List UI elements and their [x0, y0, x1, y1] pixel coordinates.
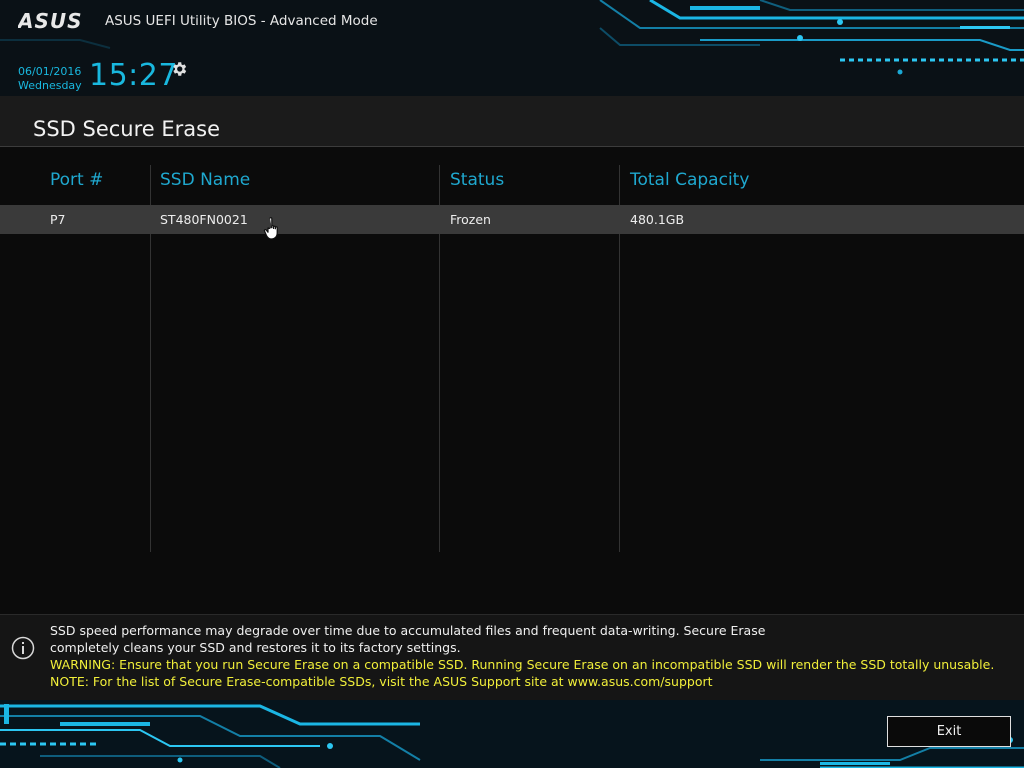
- column-header-status: Status: [450, 170, 505, 190]
- cell-ssd-name: ST480FN0021: [160, 212, 248, 227]
- clock-time: 15:27: [89, 58, 178, 93]
- circuit-decoration: [0, 704, 1024, 768]
- column-header-port: Port #: [50, 170, 104, 190]
- cell-port: P7: [50, 212, 66, 227]
- exit-button[interactable]: Exit: [887, 716, 1011, 747]
- info-icon: [11, 636, 35, 660]
- column-header-capacity: Total Capacity: [630, 170, 750, 190]
- date-block: 06/01/2016 Wednesday: [18, 65, 82, 93]
- warning-text: WARNING: Ensure that you run Secure Eras…: [50, 657, 995, 672]
- note-text: NOTE: For the list of Secure Erase-compa…: [50, 674, 713, 689]
- cell-capacity: 480.1GB: [630, 212, 685, 227]
- svg-text:ASUS: ASUS: [18, 10, 83, 32]
- gear-icon[interactable]: [170, 60, 188, 78]
- column-header-ssd-name: SSD Name: [160, 170, 251, 190]
- cell-status: Frozen: [450, 212, 491, 227]
- asus-logo: ASUS: [18, 10, 83, 32]
- date-text: 06/01/2016: [18, 65, 82, 78]
- app-title: ASUS UEFI Utility BIOS - Advanced Mode: [105, 13, 378, 29]
- info-description-line2: completely cleans your SSD and restores …: [50, 640, 461, 655]
- info-panel: SSD speed performance may degrade over t…: [0, 614, 1024, 701]
- ssd-table: Port # SSD Name Status Total Capacity P7…: [0, 147, 1024, 613]
- bios-window: ASUS ASUS UEFI Utility BIOS - Advanced M…: [0, 0, 1024, 768]
- header-bar: ASUS ASUS UEFI Utility BIOS - Advanced M…: [0, 0, 1024, 96]
- table-row[interactable]: P7 ST480FN0021 Frozen 480.1GB: [0, 205, 1024, 234]
- footer-bar: Exit: [0, 700, 1024, 768]
- page-title: SSD Secure Erase: [33, 117, 221, 141]
- info-description-line1: SSD speed performance may degrade over t…: [50, 623, 766, 638]
- weekday-text: Wednesday: [18, 79, 82, 92]
- hand-pointer-icon: [263, 217, 278, 240]
